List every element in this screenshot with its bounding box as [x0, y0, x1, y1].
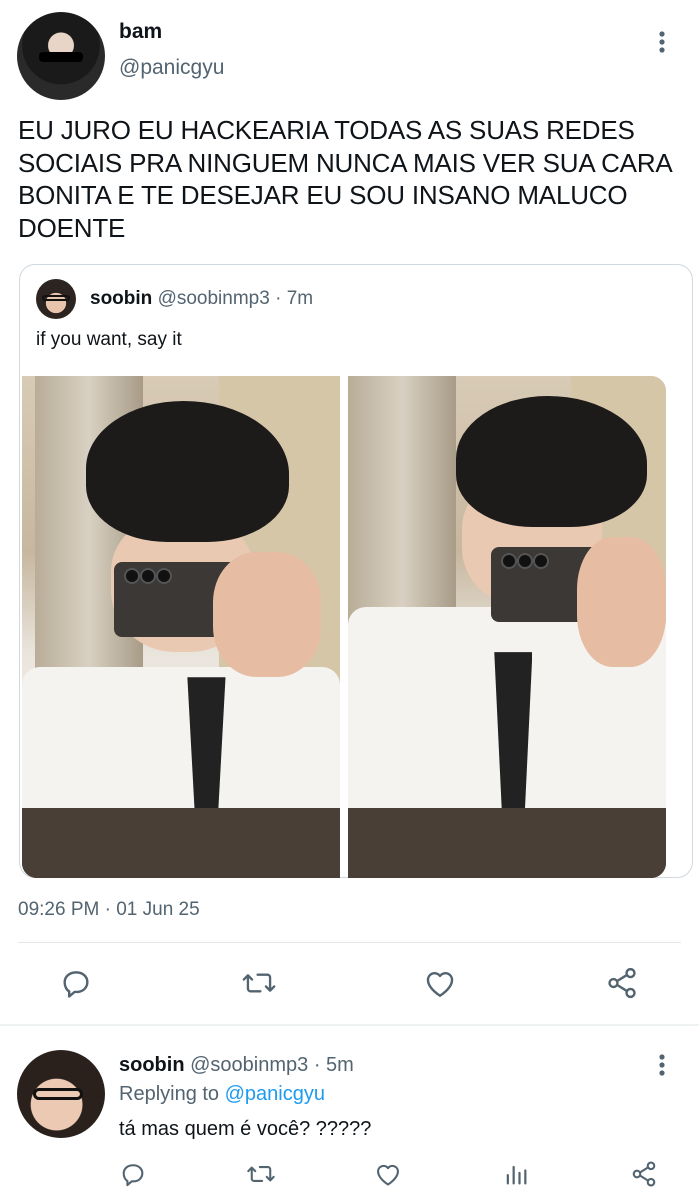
reply-text: tá mas quem é você? ????? — [119, 1118, 372, 1140]
photo-hair — [456, 396, 647, 527]
avatar-glasses — [33, 1088, 83, 1100]
heart-icon[interactable] — [423, 967, 457, 999]
share-icon[interactable] — [605, 966, 639, 1000]
author-handle[interactable]: @panicgyu — [119, 56, 224, 80]
quoted-tweet-text: if you want, say it — [36, 329, 182, 350]
quoted-author-handle[interactable]: @soobinmp3 — [158, 288, 270, 309]
avatar-sunglasses — [39, 52, 83, 62]
photo-shirt — [22, 667, 340, 818]
more-vertical-icon[interactable] — [652, 28, 672, 56]
photo-hair — [85, 401, 290, 542]
photo-hand — [212, 551, 321, 678]
share-icon[interactable] — [630, 1160, 658, 1188]
more-vertical-icon[interactable] — [652, 1051, 672, 1079]
author-name[interactable]: bam — [119, 20, 162, 44]
photo-desk — [22, 807, 340, 878]
tweet-text: EU JURO EU HACKEARIA TODAS AS SUAS REDES… — [18, 115, 672, 243]
quoted-time: · 7m — [275, 288, 314, 309]
heart-icon[interactable] — [374, 1161, 402, 1187]
reply-author-name[interactable]: soobin — [119, 1054, 185, 1076]
reply-author-avatar[interactable] — [17, 1050, 105, 1138]
reply-time: · 5m — [313, 1054, 354, 1076]
replying-to-line: Replying to @panicgyu — [119, 1083, 325, 1106]
retweet-icon[interactable] — [241, 966, 277, 1000]
avatar-glasses — [42, 295, 70, 301]
reply-icon[interactable] — [119, 1160, 147, 1188]
quoted-author-name[interactable]: soobin — [90, 288, 152, 309]
divider — [18, 942, 681, 943]
tweet-timestamp[interactable]: 09:26 PM · 01 Jun 25 — [18, 899, 200, 921]
photo-hand — [576, 536, 666, 668]
photo-desk — [348, 807, 666, 878]
quoted-author-avatar[interactable] — [36, 279, 76, 319]
reply-author-line: soobin @soobinmp3 · 5m — [119, 1054, 354, 1077]
reply-icon[interactable] — [59, 966, 93, 1000]
retweet-icon[interactable] — [246, 1160, 276, 1188]
quoted-photo-1[interactable] — [22, 376, 340, 878]
quoted-photo-2[interactable] — [348, 376, 666, 878]
reply-author-handle[interactable]: @soobinmp3 — [190, 1054, 308, 1076]
author-avatar[interactable] — [17, 12, 105, 100]
replying-to-handle[interactable]: @panicgyu — [225, 1083, 325, 1105]
quoted-author-line: soobin @soobinmp3 · 7m — [90, 288, 313, 310]
analytics-icon[interactable] — [502, 1160, 530, 1188]
section-separator — [0, 1024, 699, 1026]
replying-to-prefix: Replying to — [119, 1083, 220, 1105]
